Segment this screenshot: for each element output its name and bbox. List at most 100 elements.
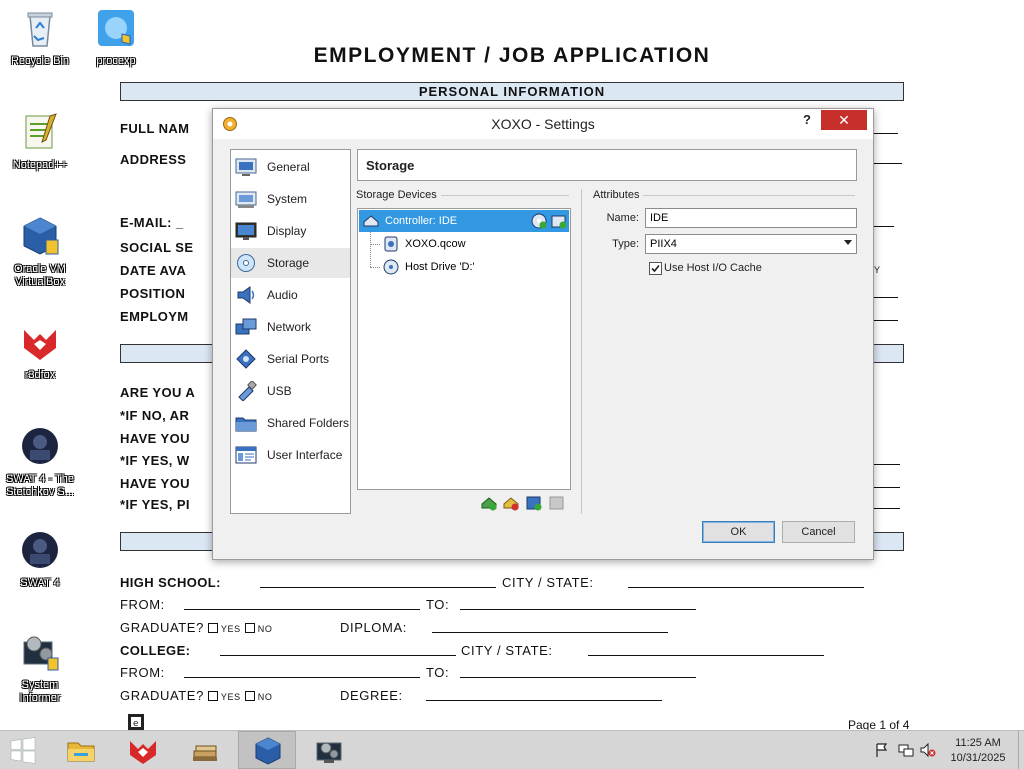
name-input[interactable]: IDE bbox=[645, 208, 857, 228]
io-cache-label[interactable]: Use Host I/O Cache bbox=[664, 262, 762, 274]
network-icon[interactable] bbox=[898, 742, 914, 758]
category-general[interactable]: General bbox=[231, 152, 350, 182]
desktop-icon-swat4-expansion[interactable]: SWAT 4 - The Stetchkov S... bbox=[0, 426, 80, 499]
label-social: SOCIAL SE bbox=[120, 240, 194, 255]
tree-host-drive[interactable]: Host Drive 'D:' bbox=[359, 256, 569, 278]
category-label: General bbox=[267, 160, 310, 174]
help-button[interactable]: ? bbox=[803, 112, 811, 127]
label-from-2: FROM: bbox=[120, 665, 165, 680]
category-display[interactable]: Display bbox=[231, 216, 350, 246]
taskbar-system-informer[interactable] bbox=[300, 731, 358, 769]
line bbox=[432, 632, 668, 633]
desktop-icon-label: System Informer bbox=[19, 679, 61, 704]
label-email: E-MAIL: _ bbox=[120, 215, 184, 230]
r3dfox-icon bbox=[24, 330, 56, 360]
checkbox-no-1 bbox=[244, 623, 255, 633]
action-center-flag-icon[interactable] bbox=[874, 742, 890, 758]
line bbox=[872, 297, 898, 298]
checkmark-icon bbox=[651, 264, 660, 273]
category-usb[interactable]: USB bbox=[231, 376, 350, 406]
notepad-plus-plus-icon bbox=[25, 113, 57, 149]
tree-disk-xoxo[interactable]: XOXO.qcow bbox=[359, 233, 569, 255]
category-network[interactable]: Network bbox=[231, 312, 350, 342]
line bbox=[460, 609, 696, 610]
taskbar-books[interactable] bbox=[176, 731, 234, 769]
label-graduate-1: GRADUATE? bbox=[120, 620, 204, 635]
line bbox=[220, 655, 456, 656]
taskbar-r3dfox[interactable] bbox=[114, 731, 172, 769]
remove-attachment-icon[interactable] bbox=[549, 495, 565, 511]
desktop-icon-notepad-plus-plus[interactable]: Notepad++ bbox=[0, 112, 80, 172]
procexp-icon bbox=[98, 10, 134, 46]
line bbox=[872, 320, 898, 321]
line bbox=[872, 163, 902, 164]
desktop-icon-procexp[interactable]: procexp bbox=[76, 8, 156, 68]
desktop-icon-system-informer[interactable]: System Informer bbox=[0, 632, 80, 705]
category-list: General System Display Storage Audio Net… bbox=[230, 149, 351, 514]
r3dfox-icon bbox=[130, 741, 156, 764]
type-value: PIIX4 bbox=[650, 238, 677, 250]
add-optical-drive-icon[interactable] bbox=[531, 213, 547, 229]
add-attachment-icon[interactable] bbox=[526, 495, 542, 511]
pane-title: Storage bbox=[366, 158, 415, 173]
virtualbox-icon bbox=[255, 737, 281, 765]
line bbox=[426, 700, 662, 701]
volume-muted-icon[interactable] bbox=[920, 742, 936, 758]
label-city-state-1: CITY / STATE: bbox=[502, 575, 594, 590]
category-serial-ports[interactable]: Serial Ports bbox=[231, 344, 350, 374]
label-no-1: NO bbox=[257, 624, 273, 634]
show-desktop-button[interactable] bbox=[1018, 731, 1024, 769]
document-file-icon: e bbox=[128, 714, 144, 730]
tree-controller-ide[interactable]: Controller: IDE bbox=[359, 210, 569, 232]
label-address: ADDRESS bbox=[120, 152, 187, 167]
desktop-icon-label: procexp bbox=[96, 55, 136, 67]
category-storage[interactable]: Storage bbox=[231, 248, 350, 278]
category-system[interactable]: System bbox=[231, 184, 350, 214]
checkbox-yes-1 bbox=[207, 623, 218, 633]
label-have-you-1: HAVE YOU bbox=[120, 431, 190, 446]
desktop-icon-label: SWAT 4 bbox=[20, 577, 60, 589]
label-are-you: ARE YOU A bbox=[120, 385, 196, 400]
books-icon bbox=[193, 745, 217, 761]
line bbox=[588, 655, 824, 656]
desktop-icon-r3dfox[interactable]: r3dfox bbox=[0, 322, 80, 382]
type-select[interactable]: PIIX4 bbox=[645, 234, 857, 254]
label-yes-1: YES bbox=[220, 624, 241, 634]
desktop-icon-recycle-bin[interactable]: Recycle Bin bbox=[0, 8, 80, 68]
line bbox=[872, 133, 898, 134]
io-cache-checkbox[interactable] bbox=[649, 262, 662, 275]
checkbox-yes-2 bbox=[207, 691, 218, 701]
category-user-interface[interactable]: User Interface bbox=[231, 440, 350, 470]
tree-disk-label: XOXO.qcow bbox=[405, 238, 466, 250]
attributes-label: Attributes bbox=[593, 189, 644, 201]
cancel-button[interactable]: Cancel bbox=[782, 521, 855, 543]
label-to-1: TO: bbox=[426, 597, 450, 612]
shared-folders-icon bbox=[235, 417, 257, 432]
line bbox=[872, 464, 900, 465]
line bbox=[872, 226, 894, 227]
label-date-available: DATE AVA bbox=[120, 263, 187, 278]
desktop-icon-virtualbox[interactable]: Oracle VM VirtualBox bbox=[0, 216, 80, 289]
label-no-2: NO bbox=[257, 692, 273, 702]
dialog-titlebar[interactable]: XOXO - Settings ? ✕ bbox=[213, 109, 873, 139]
category-audio[interactable]: Audio bbox=[231, 280, 350, 310]
close-button[interactable]: ✕ bbox=[821, 110, 867, 130]
remove-controller-icon[interactable] bbox=[503, 495, 519, 511]
dialog-title: XOXO - Settings bbox=[491, 116, 595, 132]
desktop-icon-label: SWAT 4 - The Stetchkov S... bbox=[5, 473, 75, 498]
category-label: System bbox=[267, 192, 308, 206]
add-controller-icon[interactable] bbox=[481, 495, 497, 511]
label-diploma: DIPLOMA: bbox=[340, 620, 407, 635]
label-employment: EMPLOYM bbox=[120, 309, 189, 324]
category-shared-folders[interactable]: Shared Folders bbox=[231, 408, 350, 438]
category-label: Audio bbox=[267, 288, 298, 302]
system-informer-icon bbox=[316, 742, 342, 763]
start-button[interactable] bbox=[0, 731, 48, 769]
taskbar-file-explorer[interactable] bbox=[52, 731, 110, 769]
taskbar-clock[interactable]: 11:25 AM 10/31/2025 bbox=[936, 736, 1020, 766]
taskbar-virtualbox[interactable] bbox=[238, 731, 296, 769]
ok-button[interactable]: OK bbox=[702, 521, 775, 543]
desktop-icon-swat4[interactable]: SWAT 4 bbox=[0, 530, 80, 590]
add-hard-disk-icon[interactable] bbox=[551, 213, 567, 229]
storage-tree: Controller: IDE XOXO.qcow Host Drive 'D:… bbox=[357, 208, 571, 490]
